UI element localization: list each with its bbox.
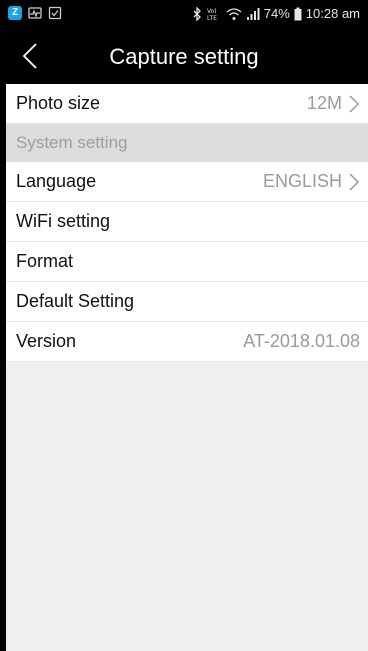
checkbox-icon <box>48 6 62 20</box>
settings-list: Photo size 12M System setting Language E… <box>6 84 368 651</box>
chevron-left-icon <box>22 43 37 69</box>
version-label: Version <box>16 331 77 351</box>
phone-screen: Z Vo) LTE 74% 10:28 am Capture setting P… <box>0 0 368 651</box>
title-bar: Capture setting <box>0 28 368 84</box>
back-button[interactable] <box>12 38 48 74</box>
default-setting-row[interactable]: Default Setting <box>6 282 368 322</box>
photo-size-value-wrap: 12M <box>307 93 360 114</box>
format-label: Format <box>16 251 74 271</box>
page-title: Capture setting <box>109 44 259 69</box>
chevron-right-icon <box>349 172 360 191</box>
wifi-setting-label: WiFi setting <box>16 211 111 231</box>
wifi-setting-row[interactable]: WiFi setting <box>6 202 368 242</box>
volte-icon: Vo) LTE <box>207 8 217 21</box>
wifi-icon <box>226 7 242 20</box>
format-row[interactable]: Format <box>6 242 368 282</box>
bluetooth-icon <box>193 6 201 21</box>
section-header-system-setting: System setting <box>6 124 368 162</box>
photo-size-label: Photo size <box>16 93 101 113</box>
status-right-icons: Vo) LTE 74% 10:28 am <box>192 6 360 21</box>
status-left-icons: Z <box>8 6 62 20</box>
language-label: Language <box>16 171 97 191</box>
svg-text:LTE: LTE <box>207 15 217 21</box>
version-row: Version AT-2018.01.08 <box>6 322 368 362</box>
chevron-right-icon <box>349 94 360 113</box>
clock-time: 10:28 am <box>305 6 360 21</box>
version-value: AT-2018.01.08 <box>243 331 360 351</box>
language-row[interactable]: Language ENGLISH <box>6 162 368 202</box>
photo-size-row[interactable]: Photo size 12M <box>6 84 368 124</box>
language-value: ENGLISH <box>262 171 342 191</box>
default-setting-label: Default Setting <box>16 291 135 311</box>
svg-text:Vo): Vo) <box>207 8 217 15</box>
photo-size-value: 12M <box>306 93 342 113</box>
signal-icon <box>246 7 260 20</box>
app-icon: Z <box>8 6 22 20</box>
status-bar: Z Vo) LTE 74% 10:28 am <box>0 0 368 28</box>
battery-icon <box>294 7 302 20</box>
activity-icon <box>28 7 42 19</box>
battery-percent: 74% <box>263 6 290 21</box>
language-value-wrap: ENGLISH <box>263 171 360 192</box>
